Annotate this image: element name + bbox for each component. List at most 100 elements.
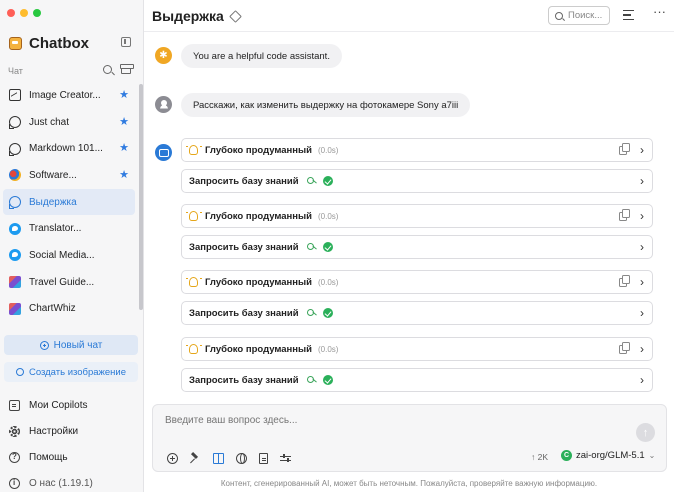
software-dev-icon [9, 169, 21, 182]
chevron-right-icon[interactable]: › [640, 175, 644, 187]
thinking-block[interactable]: Глубоко продуманный (0.0s) › [181, 204, 653, 228]
copy-icon[interactable] [619, 275, 630, 287]
star-icon[interactable]: ★ [119, 170, 129, 181]
help-link[interactable]: Помощь [3, 444, 137, 470]
star-icon[interactable]: ★ [119, 90, 129, 101]
attach-file-icon[interactable] [259, 453, 268, 464]
tools-hammer-icon[interactable] [190, 453, 201, 464]
close-window-button[interactable] [7, 9, 15, 17]
copy-icon[interactable] [619, 209, 630, 221]
chat-item-image-creator[interactable]: Image Creator... ★ [3, 82, 135, 109]
knowledge-base-block[interactable]: Запросить базу знаний › [181, 301, 653, 325]
send-button[interactable]: ↑ [636, 423, 655, 442]
chat-item-label: Image Creator... [29, 89, 101, 101]
token-count: ↑ 2K [531, 452, 549, 462]
chevron-right-icon[interactable]: › [640, 241, 644, 253]
knowledge-base-icon[interactable] [213, 453, 224, 464]
chevron-down-icon: ⌄ [648, 451, 656, 460]
star-icon[interactable]: ★ [119, 116, 129, 127]
attach-plus-icon[interactable] [167, 453, 178, 464]
knowledge-base-label: Запросить базу знаний [189, 175, 299, 187]
chevron-right-icon[interactable]: › [640, 374, 644, 386]
create-image-label: Создать изображение [28, 366, 127, 378]
system-message: You are a helpful code assistant. [181, 44, 342, 68]
chevron-right-icon[interactable]: › [640, 307, 644, 319]
copy-icon[interactable] [619, 143, 630, 155]
chevron-right-icon[interactable]: › [640, 144, 644, 156]
thinking-duration: (0.0s) [318, 211, 339, 221]
chat-item-translator[interactable]: Translator... [3, 215, 135, 242]
thinking-duration: (0.0s) [318, 145, 339, 155]
toc-menu-icon[interactable] [623, 10, 636, 21]
settings-link[interactable]: Настройки [3, 418, 137, 444]
model-selector[interactable]: C zai-org/GLM-5.1 ⌄ [561, 450, 655, 461]
create-image-button[interactable]: Создать изображение [4, 362, 138, 382]
chat-item-travel-guide[interactable]: Travel Guide... [3, 269, 135, 296]
main-panel: Выдержка Поиск... ··· You are a helpful … [144, 0, 674, 492]
chat-bubble-icon [9, 116, 21, 130]
chat-item-software[interactable]: Software... ★ [3, 162, 135, 189]
thinking-block[interactable]: Глубоко продуманный (0.0s) › [181, 138, 653, 162]
chat-item-markdown[interactable]: Markdown 101... ★ [3, 135, 135, 162]
travel-guide-icon [9, 276, 21, 289]
chat-item-label: Markdown 101... [29, 143, 103, 155]
minimize-window-button[interactable] [20, 9, 28, 17]
thinking-block[interactable]: Глубоко продуманный (0.0s) › [181, 337, 653, 361]
knowledge-base-block[interactable]: Запросить базу знаний › [181, 235, 653, 259]
chat-item-label: Выдержка [29, 196, 77, 208]
chevron-right-icon[interactable]: › [640, 276, 644, 288]
app-brand: Chatbox [9, 35, 89, 52]
sidebar: Chatbox Чат Image Creator... ★ Just chat… [0, 0, 144, 492]
edit-pencil-icon[interactable] [228, 9, 242, 23]
chatbox-logo-icon [9, 37, 22, 50]
twitter-icon [9, 222, 21, 235]
chat-list: Image Creator... ★ Just chat ★ Markdown … [3, 82, 135, 322]
chat-item-label: ChartWhiz [29, 303, 76, 315]
chat-item-social-media[interactable]: Social Media... [3, 242, 135, 269]
chevron-right-icon[interactable]: › [640, 343, 644, 355]
copy-icon[interactable] [619, 342, 630, 354]
more-options-icon[interactable]: ··· [653, 5, 666, 18]
window-controls [7, 9, 41, 17]
chat-item-vyderzhka[interactable]: Выдержка [3, 188, 135, 216]
sidebar-scrollbar[interactable] [139, 84, 143, 310]
collapse-sidebar-icon[interactable] [121, 37, 131, 47]
thinking-block[interactable]: Глубоко продуманный (0.0s) › [181, 270, 653, 294]
conversation-title: Выдержка [152, 8, 224, 24]
knowledge-base-block[interactable]: Запросить базу знаний › [181, 368, 653, 392]
search-button[interactable]: Поиск... [548, 6, 610, 25]
my-copilots-link[interactable]: Мои Copilots [3, 392, 137, 418]
star-icon[interactable]: ★ [119, 143, 129, 154]
about-link[interactable]: О нас (1.19.1) [3, 470, 137, 492]
image-icon [9, 89, 21, 102]
user-message: Расскажи, как изменить выдержку на фоток… [181, 93, 471, 117]
check-circle-icon [322, 308, 333, 318]
chartwhiz-icon [9, 302, 21, 315]
archive-icon[interactable] [120, 64, 134, 74]
composer-toolbar [167, 453, 291, 464]
gear-icon [9, 425, 20, 437]
message-input[interactable] [165, 415, 565, 426]
chat-item-just-chat[interactable]: Just chat ★ [3, 109, 135, 136]
check-circle-icon [322, 176, 333, 186]
lightbulb-icon [186, 277, 198, 287]
web-search-globe-icon[interactable] [236, 453, 247, 464]
ai-disclaimer: Контент, сгенерированный AI, может быть … [220, 479, 598, 488]
search-icon [555, 11, 563, 20]
chat-item-label: Software... [29, 169, 77, 181]
search-icon[interactable] [103, 65, 112, 74]
settings-label: Настройки [29, 425, 79, 437]
maximize-window-button[interactable] [33, 9, 41, 17]
sidebar-bottom-menu: Мои Copilots Настройки Помощь О нас (1.1… [3, 392, 137, 492]
new-chat-button[interactable]: Новый чат [4, 335, 138, 355]
check-circle-icon [322, 242, 333, 252]
settings-sliders-icon[interactable] [280, 453, 291, 464]
knowledge-base-label: Запросить базу знаний [189, 307, 299, 319]
message-composer: ↑ ↑ 2K C zai-org/GLM-5.1 ⌄ [152, 404, 667, 472]
chat-item-chartwhiz[interactable]: ChartWhiz [3, 296, 135, 323]
chevron-right-icon[interactable]: › [640, 210, 644, 222]
knowledge-base-label: Запросить базу знаний [189, 241, 299, 253]
info-icon [9, 477, 20, 489]
twitter-icon [9, 249, 21, 262]
knowledge-base-block[interactable]: Запросить базу знаний › [181, 169, 653, 193]
